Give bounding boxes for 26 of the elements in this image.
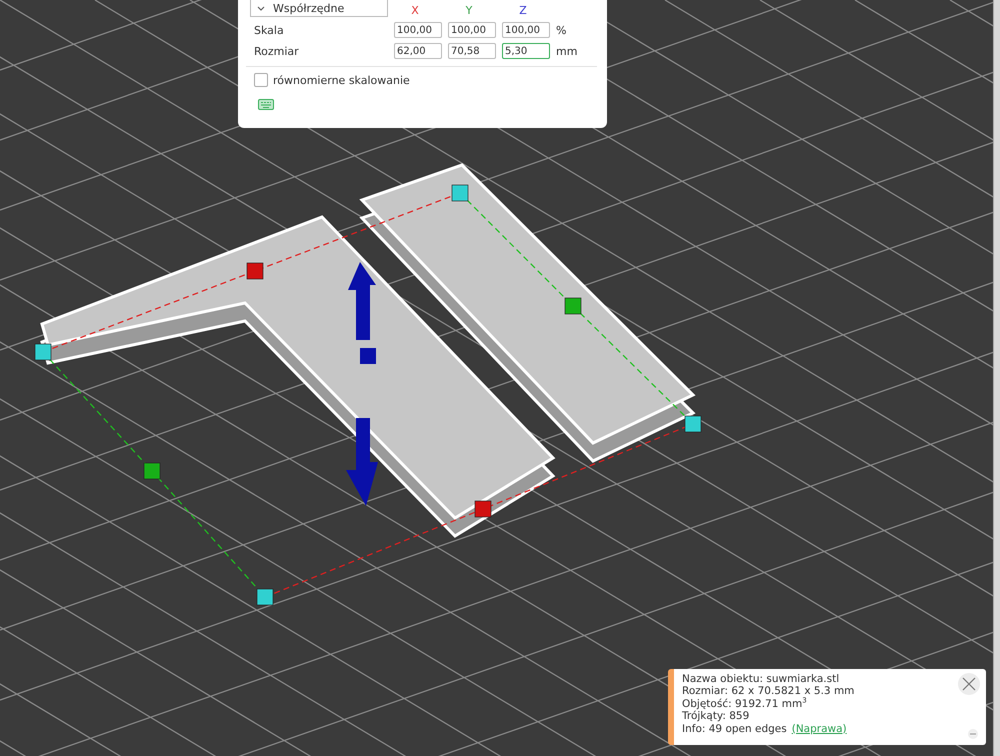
value-field[interactable]: 100,00: [502, 22, 550, 38]
value-field[interactable]: 62,00: [394, 43, 442, 59]
row-label: Skala: [254, 24, 285, 36]
value-field[interactable]: 5,30: [502, 43, 550, 59]
info-text: Objętość: 9192.71 mm$^{3}$: [682, 698, 808, 710]
value-field[interactable]: 100,00: [448, 22, 496, 38]
axis-label: Z: [518, 4, 528, 16]
info-text: Trójkąty: 859: [682, 710, 750, 723]
axis-label: Y: [464, 4, 474, 16]
checkbox[interactable]: [254, 73, 268, 87]
keyboard-icon[interactable]: [258, 99, 274, 110]
unit-label: %: [556, 24, 568, 36]
axis-label: X: [410, 4, 420, 16]
coordinate-dropdown[interactable]: Współrzędne: [250, 0, 388, 17]
unit-label: mm: [556, 44, 578, 58]
info-text: Rozmiar: 62 x 70.5821 x 5.3 mm: [682, 685, 856, 698]
info-text: Info: 49 open edges: [682, 722, 787, 735]
minimize-icon[interactable]: [968, 729, 978, 739]
value-field[interactable]: 100,00: [394, 22, 442, 38]
row-label: Rozmiar: [254, 44, 300, 58]
checkbox-label[interactable]: równomierne skalowanie: [273, 74, 410, 86]
close-icon[interactable]: [958, 673, 980, 695]
chevron-icon: [257, 6, 265, 10]
value-field[interactable]: 70,58: [448, 43, 496, 59]
model-drawing[interactable]: [34, 163, 702, 606]
info-text: Nazwa obiektu: suwmiarka.stl: [682, 673, 840, 686]
